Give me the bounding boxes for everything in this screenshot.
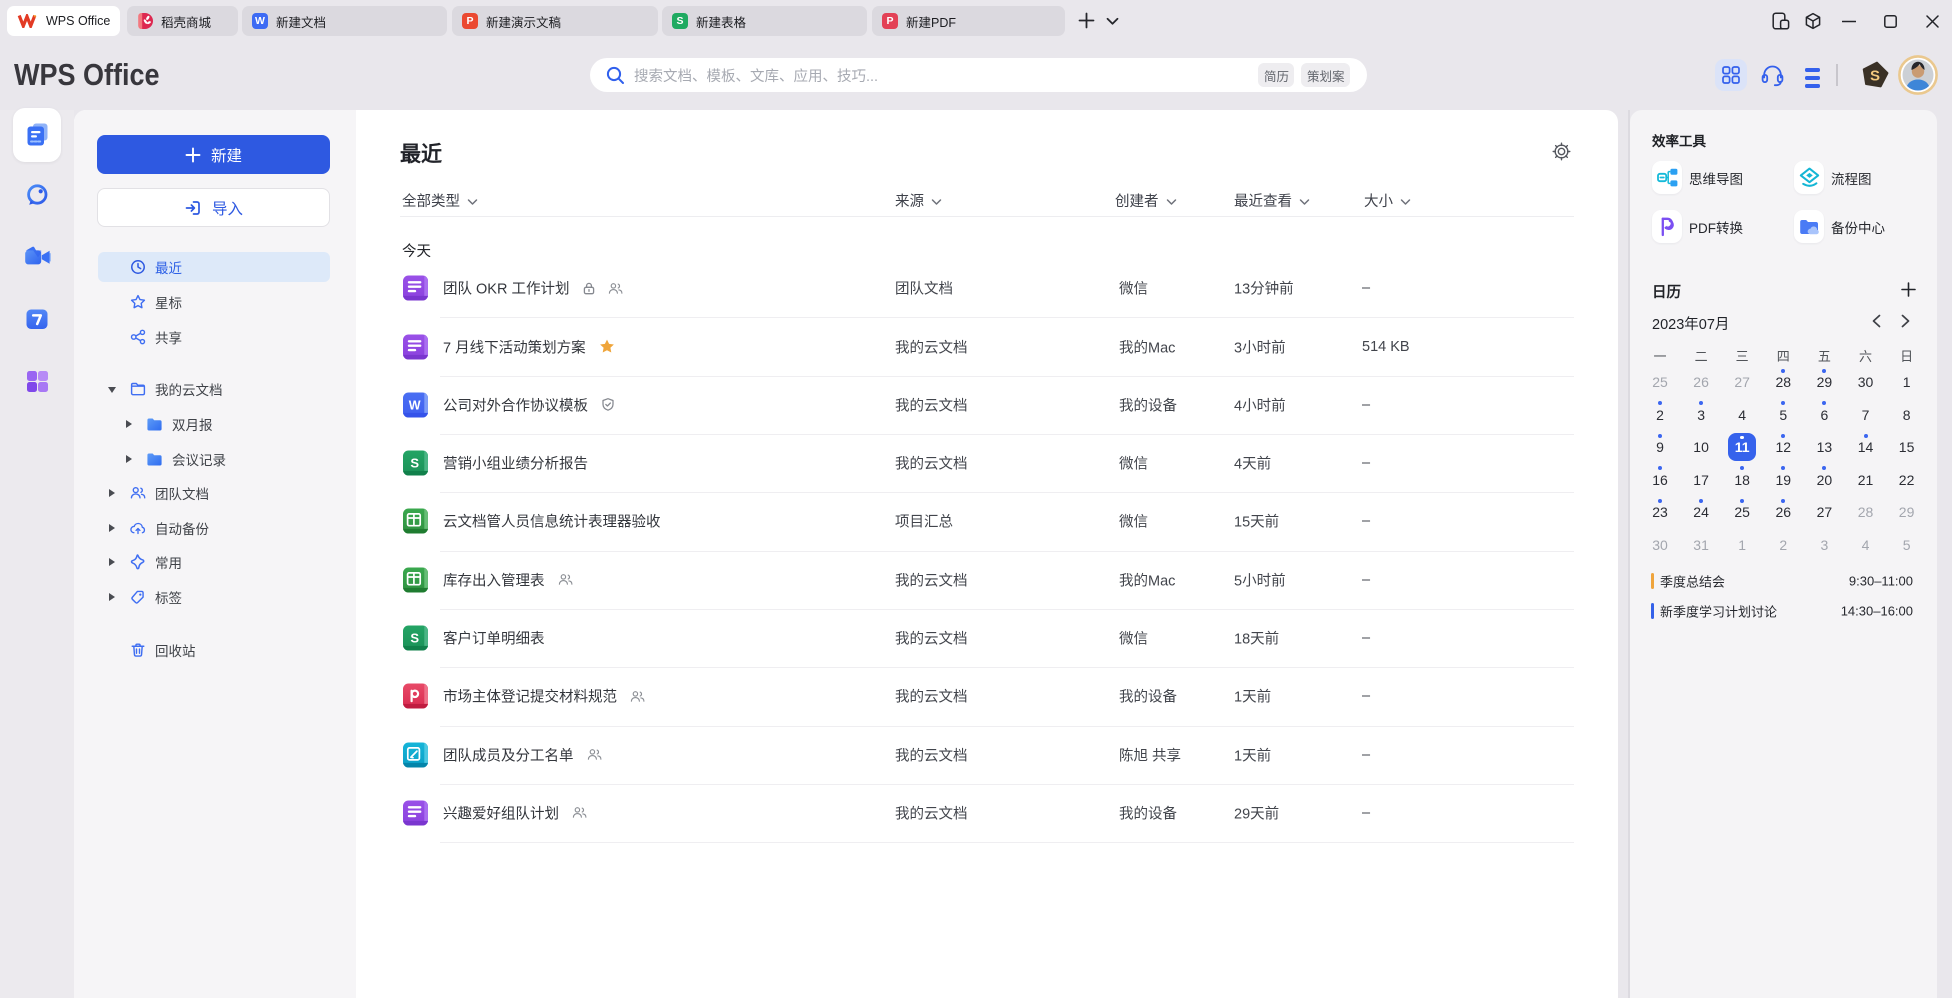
svg-text:S: S [410,631,419,646]
svg-text:S: S [1870,68,1880,85]
svg-text:S: S [410,456,419,471]
svg-text:W: W [409,398,421,412]
